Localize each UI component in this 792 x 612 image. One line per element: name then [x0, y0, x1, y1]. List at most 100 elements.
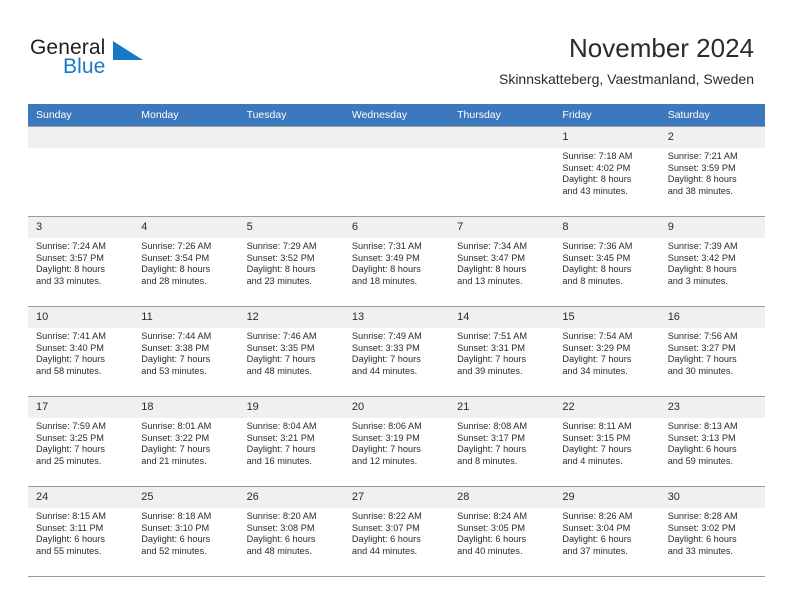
weekday-header-tuesday: Tuesday [238, 104, 344, 127]
day-detail-line: Sunrise: 8:06 AM [351, 421, 422, 431]
day-number: 25 [133, 487, 239, 508]
calendar-day-cell[interactable]: 8 Sunrise: 7:36 AM Sunset: 3:45 PM Daylight… [554, 216, 660, 307]
day-number [343, 127, 450, 148]
calendar-day-cell[interactable]: 1 Sunrise: 7:18 AM Sunset: 4:02 PM Daylight… [554, 126, 660, 217]
day-detail-line: Daylight: 7 hours [562, 354, 632, 365]
day-detail-block: Sunrise: 7:31 AM Sunset: 3:49 PM Daylight:… [344, 238, 449, 287]
calendar-day-cell[interactable]: 2 Sunrise: 7:21 AM Sunset: 3:59 PM Daylight… [659, 126, 765, 217]
day-detail-line: Sunrise: 8:20 AM [246, 511, 317, 521]
day-detail-line: Sunrise: 7:46 AM [246, 331, 317, 341]
day-number: 15 [554, 307, 660, 328]
day-detail-line: and 28 minutes. [141, 275, 207, 286]
calendar-day-cell[interactable]: 30 Sunrise: 8:28 AM Sunset: 3:02 PM Dayligh… [659, 486, 765, 577]
day-detail-line: Daylight: 6 hours [457, 534, 527, 545]
brand-logo[interactable]: General Blue [30, 36, 260, 92]
calendar-day-cell[interactable]: 27 Sunrise: 8:22 AM Sunset: 3:07 PM Dayligh… [343, 486, 450, 577]
calendar-day-cell[interactable]: 9 Sunrise: 7:39 AM Sunset: 3:42 PM Daylight… [659, 216, 765, 307]
weekday-header-wednesday: Wednesday [343, 104, 450, 127]
calendar-day-cell[interactable]: 6 Sunrise: 7:31 AM Sunset: 3:49 PM Daylight… [343, 216, 450, 307]
day-detail-line: Daylight: 8 hours [457, 264, 527, 275]
calendar-day-cell[interactable]: 10 Sunrise: 7:41 AM Sunset: 3:40 PM Dayligh… [28, 306, 134, 397]
day-detail-block: Sunrise: 8:20 AM Sunset: 3:08 PM Daylight:… [239, 508, 344, 557]
calendar-day-cell[interactable]: 16 Sunrise: 7:56 AM Sunset: 3:27 PM Dayligh… [659, 306, 765, 397]
day-detail-line: Daylight: 7 hours [246, 444, 316, 455]
calendar-day-cell[interactable]: 11 Sunrise: 7:44 AM Sunset: 3:38 PM Dayligh… [133, 306, 239, 397]
page-subtitle: Skinnskatteberg, Vaestmanland, Sweden [498, 71, 754, 87]
calendar-day-cell[interactable]: 5 Sunrise: 7:29 AM Sunset: 3:52 PM Daylight… [238, 216, 344, 307]
calendar-day-cell[interactable]: 18 Sunrise: 8:01 AM Sunset: 3:22 PM Dayligh… [133, 396, 239, 487]
day-detail-line: Daylight: 7 hours [351, 444, 421, 455]
day-detail-line: Sunset: 3:15 PM [562, 432, 631, 443]
day-number [449, 127, 555, 148]
calendar-day-cell[interactable]: 17 Sunrise: 7:59 AM Sunset: 3:25 PM Dayligh… [28, 396, 134, 487]
day-detail-block: Sunrise: 8:18 AM Sunset: 3:10 PM Daylight:… [133, 508, 238, 557]
calendar-day-cell[interactable]: 15 Sunrise: 7:54 AM Sunset: 3:29 PM Dayligh… [554, 306, 660, 397]
day-detail-block: Sunrise: 7:34 AM Sunset: 3:47 PM Daylight:… [449, 238, 554, 287]
calendar-day-cell[interactable]: 22 Sunrise: 8:11 AM Sunset: 3:15 PM Dayligh… [554, 396, 660, 487]
day-detail-line: and 53 minutes. [141, 365, 207, 376]
calendar-week-row: 24 Sunrise: 8:15 AM Sunset: 3:11 PM Dayligh… [28, 486, 765, 577]
day-detail-line: and 40 minutes. [457, 545, 523, 556]
day-detail-line: Daylight: 6 hours [351, 534, 421, 545]
day-detail-line: and 48 minutes. [246, 545, 312, 556]
day-detail-block: Sunrise: 7:59 AM Sunset: 3:25 PM Daylight:… [28, 418, 133, 467]
calendar-day-cell-empty [28, 126, 134, 217]
day-detail-line: and 23 minutes. [246, 275, 312, 286]
calendar-day-cell[interactable]: 12 Sunrise: 7:46 AM Sunset: 3:35 PM Dayligh… [238, 306, 344, 397]
day-detail-line: and 12 minutes. [351, 455, 418, 466]
calendar-page: General Blue November 2024 Skinnskattebe… [0, 0, 792, 612]
calendar-day-cell[interactable]: 3 Sunrise: 7:24 AM Sunset: 3:57 PM Daylight… [28, 216, 134, 307]
day-detail-line: Daylight: 8 hours [562, 264, 632, 275]
day-detail-line: Sunset: 3:33 PM [351, 342, 420, 353]
day-detail-line: and 38 minutes. [667, 185, 734, 196]
calendar-week-row: 3 Sunrise: 7:24 AM Sunset: 3:57 PM Daylight… [28, 216, 765, 307]
day-detail-line: Sunrise: 8:04 AM [246, 421, 317, 431]
calendar-day-cell[interactable]: 24 Sunrise: 8:15 AM Sunset: 3:11 PM Dayligh… [28, 486, 134, 577]
calendar-day-cell[interactable]: 28 Sunrise: 8:24 AM Sunset: 3:05 PM Dayligh… [449, 486, 555, 577]
day-detail-line: Sunrise: 7:56 AM [667, 331, 738, 341]
day-detail-line: Sunrise: 8:15 AM [36, 511, 106, 521]
calendar-day-cell[interactable]: 26 Sunrise: 8:20 AM Sunset: 3:08 PM Dayligh… [238, 486, 344, 577]
calendar-week-row: 17 Sunrise: 7:59 AM Sunset: 3:25 PM Dayligh… [28, 396, 765, 487]
calendar-day-cell[interactable]: 13 Sunrise: 7:49 AM Sunset: 3:33 PM Dayligh… [343, 306, 450, 397]
day-detail-block: Sunrise: 7:49 AM Sunset: 3:33 PM Daylight:… [344, 328, 449, 377]
day-detail-line: Daylight: 6 hours [246, 534, 316, 545]
day-detail-line: and 33 minutes. [36, 275, 102, 286]
day-number: 27 [343, 487, 450, 508]
day-number: 16 [659, 307, 765, 328]
day-number [238, 127, 344, 148]
day-detail-line: Sunset: 3:47 PM [457, 252, 526, 263]
day-number: 11 [133, 307, 239, 328]
day-detail-line: and 43 minutes. [562, 185, 628, 196]
day-detail-line: and 18 minutes. [351, 275, 418, 286]
day-detail-block: Sunrise: 7:46 AM Sunset: 3:35 PM Daylight:… [239, 328, 344, 377]
day-detail-block: Sunrise: 8:01 AM Sunset: 3:22 PM Daylight:… [133, 418, 238, 467]
day-number: 3 [28, 217, 134, 238]
day-number: 24 [28, 487, 134, 508]
calendar-day-cell[interactable]: 19 Sunrise: 8:04 AM Sunset: 3:21 PM Dayligh… [238, 396, 344, 487]
day-number: 19 [238, 397, 344, 418]
day-number: 17 [28, 397, 134, 418]
day-detail-line: and 3 minutes. [667, 275, 728, 286]
day-detail-line: Sunset: 3:10 PM [141, 522, 210, 533]
day-detail-line: Sunset: 3:08 PM [246, 522, 315, 533]
day-detail-line: Daylight: 7 hours [141, 354, 211, 365]
day-detail-line: Sunset: 3:59 PM [667, 162, 736, 173]
day-detail-block: Sunrise: 8:08 AM Sunset: 3:17 PM Daylight:… [449, 418, 554, 467]
calendar-day-cell[interactable]: 25 Sunrise: 8:18 AM Sunset: 3:10 PM Dayligh… [133, 486, 239, 577]
calendar-day-cell[interactable]: 7 Sunrise: 7:34 AM Sunset: 3:47 PM Daylight… [449, 216, 555, 307]
day-detail-block: Sunrise: 7:51 AM Sunset: 3:31 PM Daylight:… [449, 328, 554, 377]
day-detail-line: Sunset: 3:11 PM [36, 522, 104, 533]
calendar-day-cell[interactable]: 29 Sunrise: 8:26 AM Sunset: 3:04 PM Dayligh… [554, 486, 660, 577]
triangle-logo-icon [113, 40, 143, 60]
day-number: 6 [343, 217, 450, 238]
calendar-day-cell[interactable]: 14 Sunrise: 7:51 AM Sunset: 3:31 PM Dayligh… [449, 306, 555, 397]
calendar-day-cell[interactable]: 21 Sunrise: 8:08 AM Sunset: 3:17 PM Dayligh… [449, 396, 555, 487]
day-detail-block [449, 148, 554, 151]
calendar-day-cell[interactable]: 4 Sunrise: 7:26 AM Sunset: 3:54 PM Daylight… [133, 216, 239, 307]
page-header: General Blue November 2024 Skinnskattebe… [0, 0, 792, 100]
day-number: 22 [554, 397, 660, 418]
calendar-day-cell[interactable]: 20 Sunrise: 8:06 AM Sunset: 3:19 PM Dayligh… [343, 396, 450, 487]
day-detail-line: Daylight: 7 hours [141, 444, 211, 455]
calendar-day-cell[interactable]: 23 Sunrise: 8:13 AM Sunset: 3:13 PM Dayligh… [659, 396, 765, 487]
